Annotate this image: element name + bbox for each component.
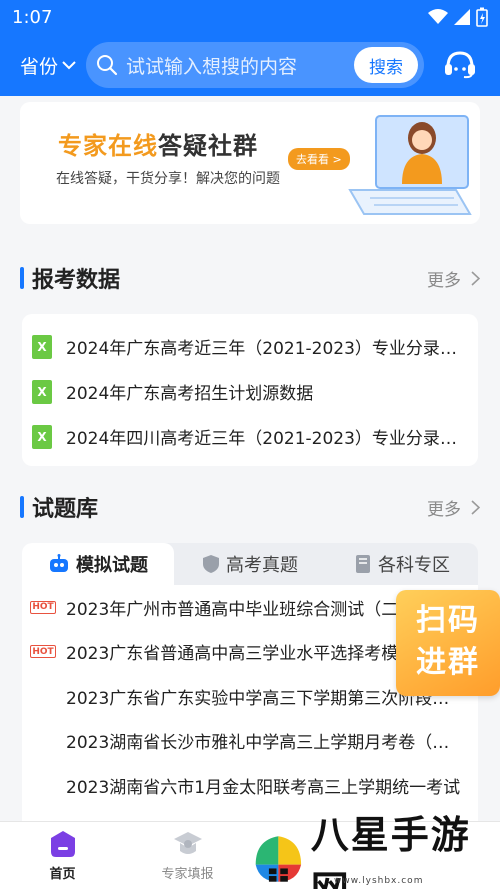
headset-icon (445, 51, 475, 79)
watermark-logo (255, 835, 302, 882)
banner-subtitle: 在线答疑，干货分享！解决您的问题 (56, 171, 280, 187)
top-bar: 省份 试试输入想搜的内容 搜索 (0, 34, 500, 96)
excel-file-icon: X (32, 379, 52, 404)
report-data-header: 报考数据 更多 (20, 262, 480, 294)
status-time: 1:07 (12, 6, 53, 28)
banner-illustration (348, 115, 472, 215)
search-input[interactable]: 试试输入想搜的内容 搜索 (86, 42, 424, 88)
province-label: 省份 (20, 55, 59, 78)
chevron-right-icon (471, 270, 480, 286)
tab-label: 模拟试题 (76, 555, 148, 576)
hot-badge: HOT (30, 645, 56, 659)
question-bank-title: 试题库 (32, 497, 99, 522)
watermark-url: www.lyshbx.com (334, 876, 424, 886)
question-bank-header: 试题库 更多 (20, 491, 480, 523)
banner-title: 专家在线答疑社群 (58, 126, 258, 161)
search-icon (97, 55, 118, 76)
doc-title: 2024年四川高考近三年（2021-2023）专业分录取数据 (66, 429, 466, 449)
watermark: 八星手游网 www.lyshbx.com (250, 813, 500, 889)
report-data-list: X 2024年广东高考近三年（2021-2023）专业分录取数据 X 2024年… (22, 314, 478, 466)
nav-expert[interactable]: 专家填报 (125, 822, 250, 889)
question-title: 2023湖南省长沙市雅礼中学高三上学期月考卷（三） (66, 733, 466, 754)
expert-community-banner[interactable]: 专家在线答疑社群 在线答疑，干货分享！解决您的问题 去看看 > (20, 102, 480, 224)
home-icon (50, 831, 75, 857)
question-tabs: 模拟试题 高考真题 各科专区 (22, 543, 478, 585)
robot-icon (50, 554, 68, 572)
tab-label: 高考真题 (226, 555, 298, 576)
tab-label: 各科专区 (378, 555, 450, 576)
signal-icon (454, 9, 470, 25)
book-icon (356, 555, 370, 573)
banner-title-orange: 专家在线 (58, 132, 158, 160)
more-label: 更多 (427, 499, 461, 520)
banner-title-dark: 答疑社群 (158, 132, 258, 160)
search-placeholder: 试试输入想搜的内容 (126, 55, 298, 78)
graduation-cap-icon (173, 832, 202, 854)
customer-service-button[interactable] (440, 45, 480, 85)
tab-mock-exams[interactable]: 模拟试题 (22, 543, 174, 585)
doc-title: 2024年广东高考招生计划源数据 (66, 384, 314, 404)
section-accent-bar (20, 267, 24, 289)
report-data-title: 报考数据 (32, 268, 121, 293)
search-button[interactable]: 搜索 (354, 47, 418, 83)
float-line1: 扫码 (416, 603, 480, 638)
list-item[interactable]: 2023湖南省长沙市雅礼中学高三上学期月考卷（三） (22, 719, 478, 764)
question-title: 2023湖南省六市1月金太阳联考高三上学期统一考试 (66, 777, 461, 798)
tab-subjects[interactable]: 各科专区 (326, 543, 478, 585)
doc-title: 2024年广东高考近三年（2021-2023）专业分录取数据 (66, 339, 466, 359)
list-item[interactable]: 2023湖南省六市1月金太阳联考高三上学期统一考试 (22, 763, 478, 808)
status-bar: 1:07 (0, 0, 500, 34)
nav-home[interactable]: 首页 (0, 822, 125, 889)
shield-icon (203, 555, 219, 573)
list-item[interactable]: X 2024年广东高考近三年（2021-2023）专业分录取数据 (22, 324, 478, 369)
battery-icon (476, 7, 488, 27)
nav-home-label: 首页 (49, 867, 76, 882)
province-selector[interactable]: 省份 (20, 52, 82, 79)
excel-file-icon: X (32, 424, 52, 449)
nav-expert-label: 专家填报 (161, 867, 214, 882)
more-label: 更多 (427, 270, 461, 291)
section-accent-bar (20, 496, 24, 518)
chevron-down-icon (62, 61, 76, 70)
status-icons (428, 7, 488, 27)
excel-file-icon: X (32, 334, 52, 359)
scan-join-group-button[interactable]: 扫码 进群 (396, 590, 500, 696)
float-line2: 进群 (416, 645, 480, 680)
banner-cta-button[interactable]: 去看看 > (288, 148, 350, 170)
wifi-icon (428, 9, 448, 24)
list-item[interactable]: X 2024年四川高考近三年（2021-2023）专业分录取数据 (22, 414, 478, 459)
question-bank-more-link[interactable]: 更多 (427, 495, 480, 520)
tab-real-exams[interactable]: 高考真题 (174, 543, 326, 585)
chevron-right-icon (471, 499, 480, 515)
report-data-more-link[interactable]: 更多 (427, 266, 480, 291)
list-item[interactable]: X 2024年广东高考招生计划源数据 (22, 369, 478, 414)
hot-badge: HOT (30, 600, 56, 614)
